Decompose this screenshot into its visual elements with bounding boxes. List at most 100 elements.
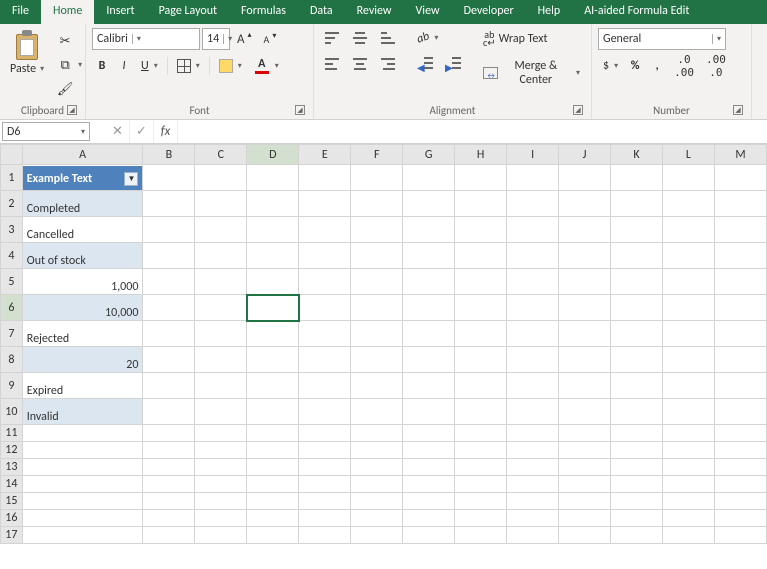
cell-I3[interactable] (507, 217, 559, 243)
bold-button[interactable]: B (92, 56, 112, 76)
row-header-11[interactable]: 11 (1, 425, 23, 442)
insert-function-button[interactable]: fx (154, 120, 178, 143)
cancel-formula-button[interactable]: ✕ (106, 120, 130, 143)
tab-data[interactable]: Data (298, 0, 345, 24)
row-header-5[interactable]: 5 (1, 269, 23, 295)
cell-M13[interactable] (714, 459, 766, 476)
cell-K8[interactable] (611, 347, 663, 373)
cell-G3[interactable] (403, 217, 455, 243)
cell-H6[interactable] (455, 295, 507, 321)
accounting-format-button[interactable]: $▾ (598, 56, 623, 76)
column-header-J[interactable]: J (559, 145, 611, 165)
cell-H10[interactable] (455, 399, 507, 425)
cell-M4[interactable] (714, 243, 766, 269)
cell-K7[interactable] (611, 321, 663, 347)
row-header-7[interactable]: 7 (1, 321, 23, 347)
merge-center-button[interactable]: ↔ Merge & Center ▾ (478, 56, 585, 90)
cell-C7[interactable] (195, 321, 247, 347)
cell-F1[interactable] (351, 165, 403, 191)
cell-E13[interactable] (299, 459, 351, 476)
cell-I9[interactable] (507, 373, 559, 399)
row-header-6[interactable]: 6 (1, 295, 23, 321)
increase-font-size-button[interactable]: A▴ (232, 29, 257, 49)
cell-B12[interactable] (143, 442, 195, 459)
cell-M6[interactable] (714, 295, 766, 321)
cell-J8[interactable] (559, 347, 611, 373)
cell-K9[interactable] (611, 373, 663, 399)
cell-I17[interactable] (507, 527, 559, 544)
cell-D4[interactable] (247, 243, 299, 269)
cell-K17[interactable] (611, 527, 663, 544)
cell-D1[interactable] (247, 165, 299, 191)
cell-L3[interactable] (662, 217, 714, 243)
cell-D13[interactable] (247, 459, 299, 476)
cell-K11[interactable] (611, 425, 663, 442)
cell-D17[interactable] (247, 527, 299, 544)
cell-M12[interactable] (714, 442, 766, 459)
tab-ai-aided-formula-edit[interactable]: AI-aided Formula Edit (572, 0, 701, 24)
cell-D5[interactable] (247, 269, 299, 295)
cell-K10[interactable] (611, 399, 663, 425)
column-header-I[interactable]: I (507, 145, 559, 165)
cell-G14[interactable] (403, 476, 455, 493)
name-box[interactable]: D6 ▾ (2, 122, 90, 141)
align-left-button[interactable] (320, 54, 346, 74)
cell-B6[interactable] (143, 295, 195, 321)
cell-G5[interactable] (403, 269, 455, 295)
cell-J13[interactable] (559, 459, 611, 476)
cell-B1[interactable] (143, 165, 195, 191)
increase-indent-button[interactable]: ▶ (440, 54, 466, 74)
cell-F7[interactable] (351, 321, 403, 347)
table-header-cell[interactable]: Example Text▼ (22, 166, 144, 191)
select-all-corner[interactable] (1, 145, 23, 165)
dialog-launcher-icon[interactable]: ◢ (573, 105, 583, 115)
cell-M5[interactable] (714, 269, 766, 295)
cell-E10[interactable] (299, 399, 351, 425)
cell-F4[interactable] (351, 243, 403, 269)
row-header-3[interactable]: 3 (1, 217, 23, 243)
cell-J2[interactable] (559, 191, 611, 217)
italic-button[interactable]: I (114, 56, 134, 76)
cell-F15[interactable] (351, 493, 403, 510)
row-header-8[interactable]: 8 (1, 347, 23, 373)
cell-C16[interactable] (195, 510, 247, 527)
cell-B17[interactable] (143, 527, 195, 544)
cell-B11[interactable] (143, 425, 195, 442)
cell-L16[interactable] (662, 510, 714, 527)
column-header-D[interactable]: D (247, 145, 299, 165)
cell-I14[interactable] (507, 476, 559, 493)
cell-E12[interactable] (299, 442, 351, 459)
tab-formulas[interactable]: Formulas (229, 0, 298, 24)
cell-I5[interactable] (507, 269, 559, 295)
cell-H3[interactable] (455, 217, 507, 243)
cell-C1[interactable] (195, 165, 247, 191)
cell-A8[interactable]: 20 (22, 347, 143, 373)
cell-D15[interactable] (247, 493, 299, 510)
cell-B4[interactable] (143, 243, 195, 269)
row-header-9[interactable]: 9 (1, 373, 23, 399)
cell-J14[interactable] (559, 476, 611, 493)
cell-D12[interactable] (247, 442, 299, 459)
cell-B5[interactable] (143, 269, 195, 295)
cell-D16[interactable] (247, 510, 299, 527)
cell-B9[interactable] (143, 373, 195, 399)
align-center-button[interactable] (348, 54, 374, 74)
cell-G4[interactable] (403, 243, 455, 269)
tab-help[interactable]: Help (526, 0, 573, 24)
cell-C8[interactable] (195, 347, 247, 373)
cell-C9[interactable] (195, 373, 247, 399)
column-header-A[interactable]: A (22, 145, 143, 165)
cell-A9[interactable]: Expired (22, 373, 143, 399)
cell-M1[interactable] (714, 165, 766, 191)
cell-B8[interactable] (143, 347, 195, 373)
cell-A6[interactable]: 10,000 (22, 295, 143, 321)
formula-input[interactable] (178, 120, 767, 143)
cell-F2[interactable] (351, 191, 403, 217)
decrease-decimal-button[interactable]: .00.0 (701, 56, 731, 76)
cell-M7[interactable] (714, 321, 766, 347)
cell-H7[interactable] (455, 321, 507, 347)
font-color-button[interactable]: A▾ (249, 56, 284, 76)
cell-I11[interactable] (507, 425, 559, 442)
align-bottom-button[interactable] (376, 28, 402, 48)
font-name-combo[interactable]: Calibri ▾ (92, 28, 200, 50)
